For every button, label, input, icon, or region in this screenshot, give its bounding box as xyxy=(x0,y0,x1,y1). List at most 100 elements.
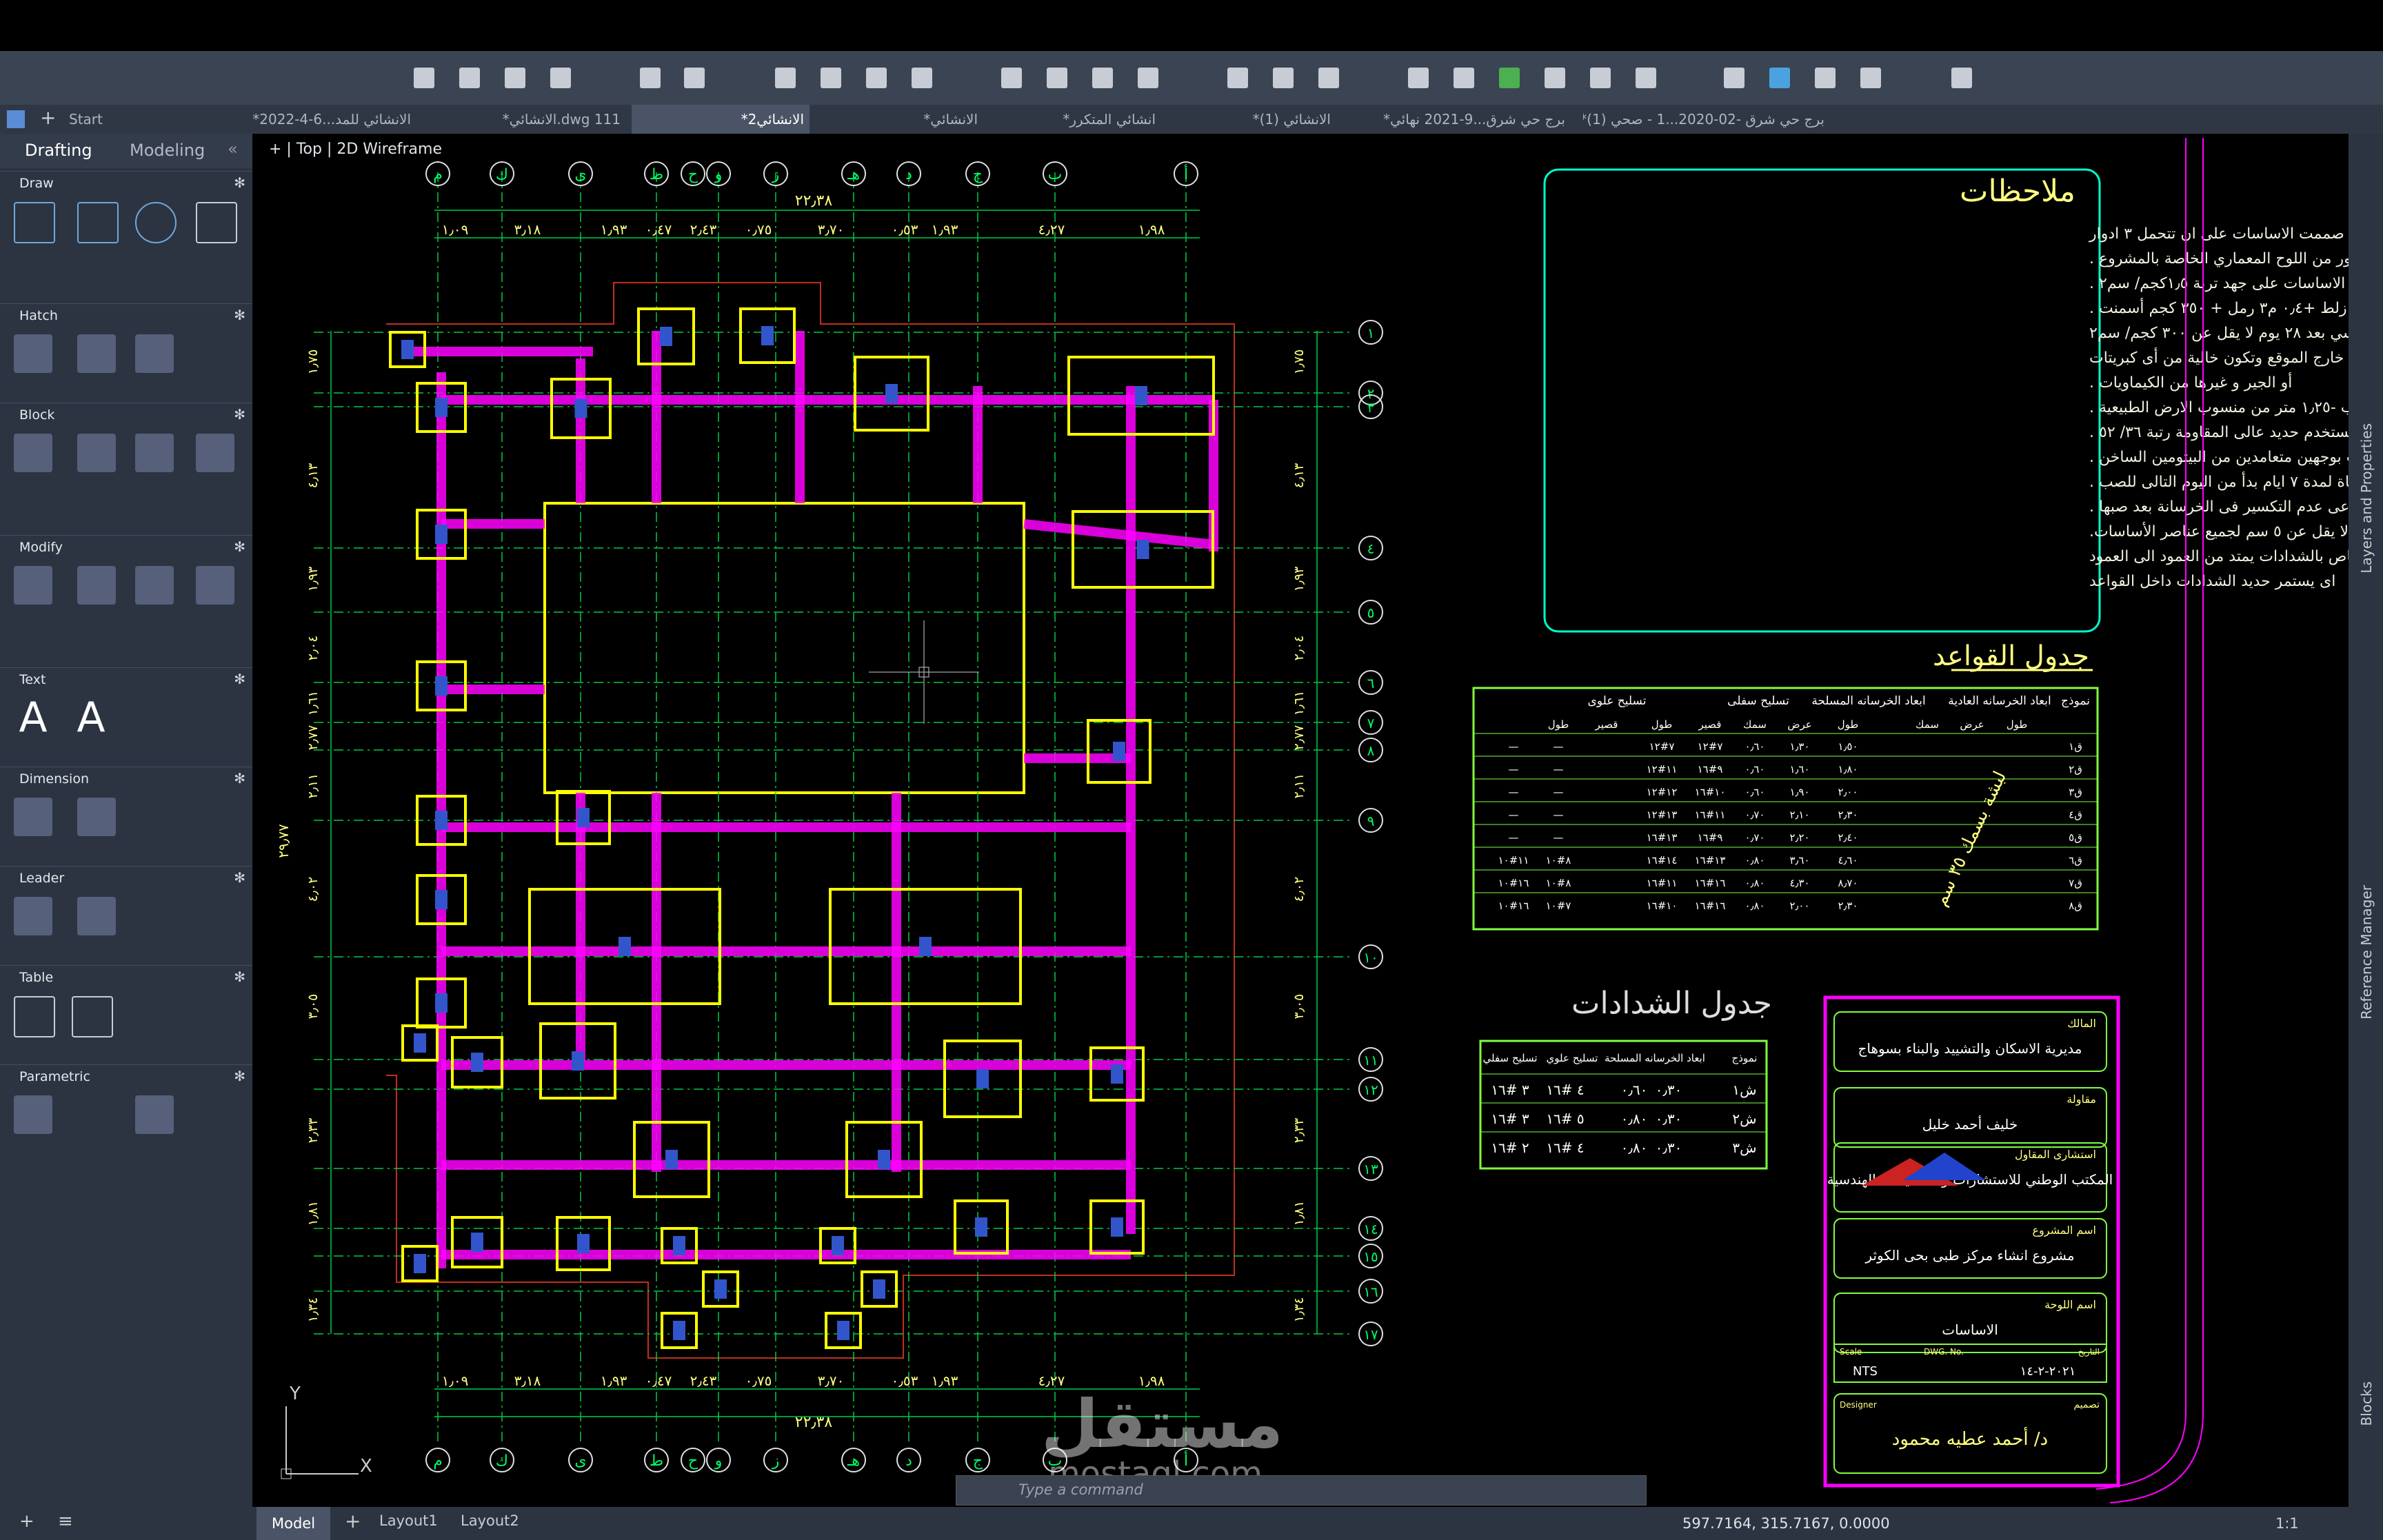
extract-data-icon[interactable] xyxy=(72,996,113,1037)
tab-doc-6[interactable]: الانشائي (1)* xyxy=(1165,105,1331,134)
tab-modeling[interactable]: Modeling xyxy=(130,141,205,160)
annotation-scale[interactable]: 1:1 xyxy=(2275,1515,2299,1532)
gift-icon[interactable] xyxy=(1951,68,1972,88)
add-icon[interactable]: + xyxy=(19,1511,34,1532)
markup-icon[interactable] xyxy=(1815,68,1836,88)
gear-icon[interactable]: ✻ xyxy=(234,406,245,423)
menu-icon[interactable]: ≡ xyxy=(58,1511,73,1532)
gear-icon[interactable]: ✻ xyxy=(234,969,245,985)
gradient-tool-icon[interactable] xyxy=(77,334,116,373)
share-icon[interactable] xyxy=(1545,68,1565,88)
plot-icon[interactable] xyxy=(821,68,841,88)
ties-table-title: جدول الشدادات xyxy=(1571,986,1772,1021)
gear-icon[interactable]: ✻ xyxy=(234,1068,245,1084)
blocks-tab[interactable]: Blocks xyxy=(2358,1381,2375,1426)
rotate-tool-icon[interactable] xyxy=(77,566,116,605)
rectangle-tool-icon[interactable] xyxy=(196,202,237,243)
cart-icon[interactable] xyxy=(1860,68,1881,88)
move-tool-icon[interactable] xyxy=(14,566,52,605)
zoom-window-icon[interactable] xyxy=(1227,68,1248,88)
insert-block-icon[interactable] xyxy=(14,434,52,472)
column xyxy=(1111,1217,1123,1237)
sync-icon[interactable] xyxy=(1499,68,1520,88)
properties-icon[interactable] xyxy=(1408,68,1429,88)
viewport-label[interactable]: + | Top | 2D Wireframe xyxy=(269,141,442,158)
edit-block-icon[interactable] xyxy=(135,434,174,472)
footings-cell: ٢٫٤٠ xyxy=(1838,831,1858,844)
boundary-tool-icon[interactable] xyxy=(135,334,174,373)
drawing-canvas[interactable]: م م ك ك ى ى ط ط ح ح و و ز ز هـ هـ د د ج ج ب ب أ أ ١ ٢ ٣ ٤ ٥ ٦ ٧ ٨ ٩ ١٠ ١١ ١… xyxy=(252,134,2383,1507)
gear-icon[interactable]: ✻ xyxy=(234,538,245,555)
gear-icon[interactable]: ✻ xyxy=(234,307,245,323)
tab-doc-2[interactable]: dwg 111.الانشائي* xyxy=(455,105,621,134)
section-text: Text ✻ A A xyxy=(0,667,252,764)
mtext-icon[interactable]: A xyxy=(14,697,52,738)
undo-icon[interactable] xyxy=(640,68,661,88)
column xyxy=(873,1279,885,1299)
open-file-icon[interactable] xyxy=(459,68,480,88)
attribute-icon[interactable] xyxy=(196,434,234,472)
dim-aligned-icon[interactable] xyxy=(77,798,116,836)
new-file-icon[interactable] xyxy=(414,68,434,88)
collapse-icon[interactable]: « xyxy=(228,139,238,159)
export-icon[interactable] xyxy=(1047,68,1067,88)
gear-icon[interactable]: ✻ xyxy=(234,671,245,687)
publish-icon[interactable] xyxy=(866,68,887,88)
mleader-tool-icon[interactable] xyxy=(77,897,116,935)
compare-icon[interactable] xyxy=(1724,68,1744,88)
gear-icon[interactable]: ✻ xyxy=(234,770,245,787)
save-as-icon[interactable] xyxy=(550,68,571,88)
attach-icon[interactable] xyxy=(1092,68,1113,88)
leader-tool-icon[interactable] xyxy=(14,897,52,935)
text-style-icon[interactable]: A xyxy=(72,697,110,738)
array-tool-icon[interactable] xyxy=(196,566,234,605)
print-icon[interactable] xyxy=(775,68,796,88)
redo-icon[interactable] xyxy=(684,68,705,88)
xref-icon[interactable] xyxy=(1138,68,1158,88)
dimension-tool-icon[interactable] xyxy=(14,798,52,836)
gear-icon[interactable]: ✻ xyxy=(234,869,245,886)
line-tool-icon[interactable] xyxy=(14,202,55,243)
tie-beam xyxy=(1023,519,1214,549)
create-block-icon[interactable] xyxy=(77,434,116,472)
command-input[interactable]: Type a command xyxy=(1018,1481,1143,1498)
trim-tool-icon[interactable] xyxy=(135,566,174,605)
settings-icon[interactable] xyxy=(1636,68,1656,88)
pdf-icon[interactable] xyxy=(1590,68,1611,88)
dim-text: ١٫٣٤ xyxy=(1291,1297,1307,1323)
tab-doc-5[interactable]: انشائي المتكرر* xyxy=(990,105,1156,134)
tab-model[interactable]: Model xyxy=(257,1507,331,1540)
add-layout-icon[interactable]: + xyxy=(345,1510,361,1532)
tab-doc-4[interactable]: الانشائي* xyxy=(812,105,978,134)
pan-icon[interactable] xyxy=(1273,68,1294,88)
batch-plot-icon[interactable] xyxy=(912,68,932,88)
footings-cell: ١٦#١٠ xyxy=(1498,877,1529,889)
grid-menu-icon[interactable] xyxy=(7,110,25,128)
tab-doc-8[interactable]: برج حي شرق -02-2020...1 - صحي (1)* xyxy=(1583,105,1824,134)
lock-icon[interactable] xyxy=(135,1095,174,1134)
constraint-icon[interactable] xyxy=(14,1095,52,1134)
tab-start[interactable]: Start xyxy=(69,105,138,134)
send-icon[interactable] xyxy=(1769,68,1790,88)
add-tab-icon[interactable]: + xyxy=(40,106,56,129)
gear-icon[interactable]: ✻ xyxy=(234,174,245,191)
polyline-tool-icon[interactable] xyxy=(77,202,119,243)
command-line[interactable]: Type a command xyxy=(956,1475,1647,1506)
match-icon[interactable] xyxy=(1454,68,1474,88)
import-icon[interactable] xyxy=(1001,68,1022,88)
tab-doc-1[interactable]: الانشائي للمد...6-4-2022* xyxy=(245,105,411,134)
notes-title: ملاحظات xyxy=(1960,174,2075,209)
tab-doc-7[interactable]: برج حي شرق...9-2021 نهائي* xyxy=(1345,105,1565,134)
tab-layout2[interactable]: Layout2 xyxy=(461,1512,519,1529)
table-tool-icon[interactable] xyxy=(14,996,55,1037)
orbit-icon[interactable] xyxy=(1318,68,1339,88)
tab-drafting[interactable]: Drafting xyxy=(25,141,92,160)
save-icon[interactable] xyxy=(505,68,525,88)
layers-properties-tab[interactable]: Layers and Properties xyxy=(2358,423,2375,574)
tab-doc-active[interactable]: الانشائي2* xyxy=(632,105,810,134)
reference-manager-tab[interactable]: Reference Manager xyxy=(2358,885,2375,1020)
circle-tool-icon[interactable] xyxy=(135,202,177,243)
coordinate-readout: 597.7164, 315.7167, 0.0000 xyxy=(1682,1515,1890,1532)
tab-layout1[interactable]: Layout1 xyxy=(379,1512,438,1529)
hatch-tool-icon[interactable] xyxy=(14,334,52,373)
